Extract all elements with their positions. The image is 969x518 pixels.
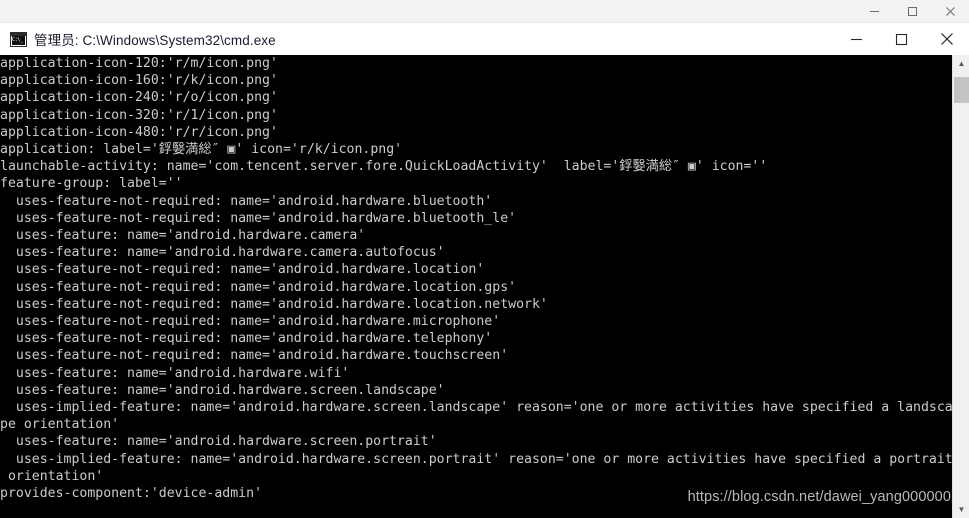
cmd-console-icon — [10, 31, 27, 47]
screenshot-root: 管理员: C:\Windows\System32\cmd.exe applica… — [0, 0, 969, 518]
scroll-down-arrow-icon[interactable]: ▼ — [953, 501, 969, 518]
outer-maximize-button[interactable] — [893, 0, 931, 23]
cmd-window-titlebar[interactable]: 管理员: C:\Windows\System32\cmd.exe — [0, 23, 969, 55]
watermark-url: https://blog.csdn.net/dawei_yang000000 — [687, 489, 951, 505]
outer-window-titlebar — [0, 0, 969, 23]
minimize-button[interactable] — [834, 23, 879, 55]
window-title: 管理员: C:\Windows\System32\cmd.exe — [34, 33, 276, 48]
scroll-up-arrow-icon[interactable]: ▲ — [953, 55, 969, 72]
scrollbar-thumb[interactable] — [954, 77, 969, 103]
console-vertical-scrollbar[interactable]: ▲ ▼ — [952, 55, 969, 518]
outer-window-controls — [855, 0, 969, 23]
maximize-button[interactable] — [879, 23, 924, 55]
outer-minimize-button[interactable] — [855, 0, 893, 23]
titlebar-identity: 管理员: C:\Windows\System32\cmd.exe — [10, 23, 276, 55]
outer-close-button[interactable] — [931, 0, 969, 23]
close-button[interactable] — [924, 23, 969, 55]
cmd-window-controls — [834, 23, 969, 55]
console-output-area[interactable]: application-icon-120:'r/m/icon.png' appl… — [0, 55, 969, 518]
console-text: application-icon-120:'r/m/icon.png' appl… — [0, 56, 953, 502]
